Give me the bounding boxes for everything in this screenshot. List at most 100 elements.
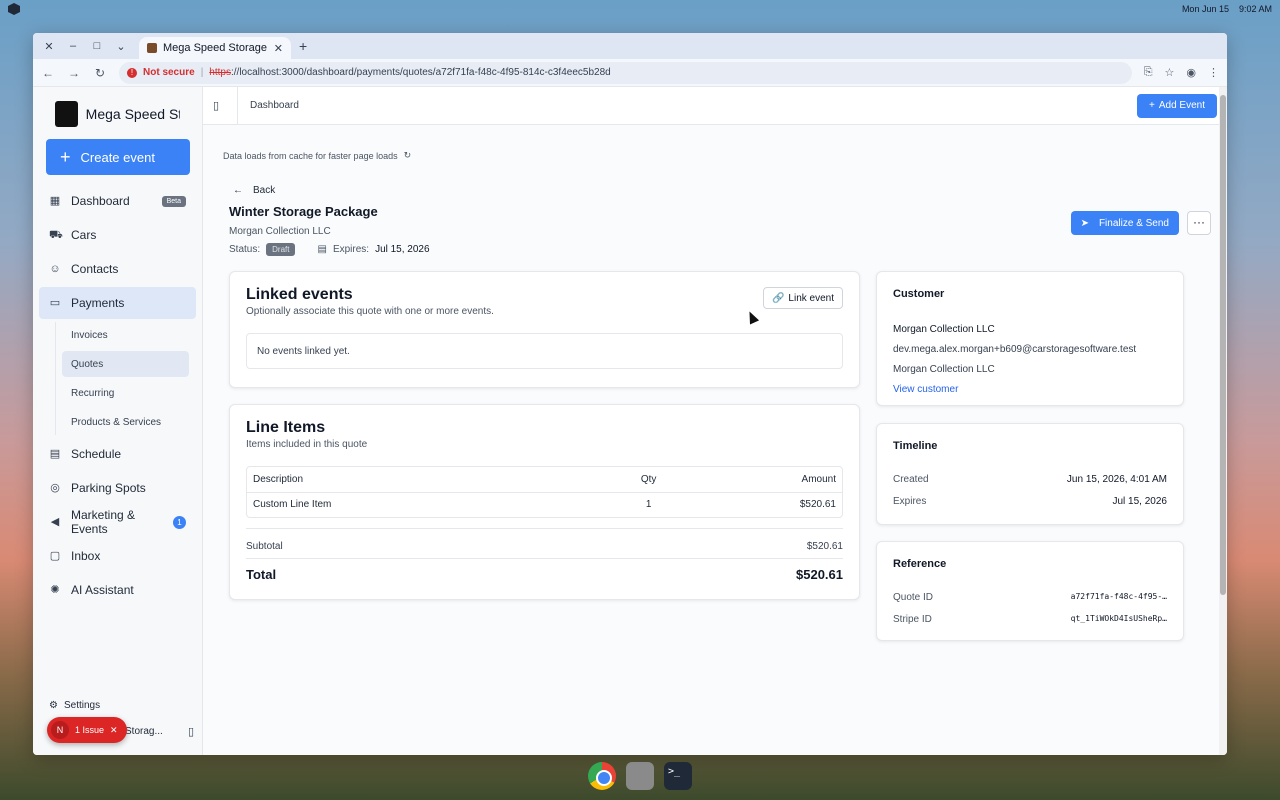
sidebar-item-settings[interactable]: ⚙ Settings [49,700,100,711]
taskbar-dock: >_ [580,756,700,796]
view-customer-link[interactable]: View customer [893,384,1167,395]
bookmark-star-icon[interactable]: ☆ [1165,66,1175,79]
workspace-name[interactable]: Storag... [125,726,163,737]
add-event-button[interactable]: + Add Event [1137,93,1217,118]
issue-label: 1 Issue [75,725,105,735]
os-time[interactable]: 9:02 AM [1239,4,1272,14]
back-arrow-icon[interactable]: ← [41,66,55,80]
sidebar-item-quotes[interactable]: Quotes [62,351,189,377]
breadcrumb[interactable]: Dashboard [250,100,1137,111]
sidebar-item-payments[interactable]: ▭ Payments [39,287,196,319]
sidebar-panel-icon[interactable]: ▯ [188,725,194,738]
calendar-icon: ▤ [49,448,61,460]
terminal-icon[interactable]: >_ [664,762,692,790]
message-icon: ▢ [49,550,61,562]
subtotal-row: Subtotal $520.61 [246,528,843,552]
arrow-left-icon: ← [233,185,243,196]
sidebar-item-invoices[interactable]: Invoices [62,322,196,348]
new-tab-icon[interactable]: + [299,38,307,54]
calendar-icon: ▤ [317,244,327,255]
sidebar-item-ai-assistant[interactable]: ✺ AI Assistant [39,574,196,606]
app-shell: Mega Speed St... + Create event ▦ Dashbo… [33,86,1227,755]
minimize-icon[interactable]: – [63,40,83,53]
refresh-icon[interactable]: ↻ [404,150,412,161]
issue-avatar: N [51,721,69,739]
sidebar-item-parking-spots[interactable]: ◎ Parking Spots [39,472,196,504]
page-scrollbar[interactable] [1219,87,1227,755]
status-badge: Draft [266,243,296,256]
profile-icon[interactable]: ◉ [1186,66,1196,79]
link-event-button[interactable]: 🔗 Link event [762,287,843,309]
browser-window: ✕ – □ ⌄ Mega Speed Storage ✕ + ← → ↻ ! N… [33,33,1227,755]
back-button[interactable]: ← Back [233,185,1213,196]
create-event-label: Create event [80,149,155,165]
link-icon: 🔗 [771,292,785,304]
more-actions-button[interactable]: ··· [1187,211,1211,235]
quote-actions: ➤ Finalize & Send ··· [1070,211,1211,235]
sidebar-item-schedule[interactable]: ▤ Schedule [39,438,196,470]
tab-strip: ✕ – □ ⌄ Mega Speed Storage ✕ + [33,33,1227,59]
car-icon: ⛟ [49,229,63,241]
page-header: ▯ Dashboard + Add Event [203,86,1227,125]
timeline-card: Timeline Created Jun 15, 2026, 4:01 AM E… [876,423,1184,525]
grid-icon: ▦ [49,195,61,207]
reload-icon[interactable]: ↻ [93,66,107,80]
sidebar-item-marketing-events[interactable]: ◀ Marketing & Events 1 [39,506,196,538]
url-input[interactable]: ! Not secure | https://localhost:3000/da… [119,61,1132,84]
customer-card: Customer Morgan Collection LLC dev.mega.… [876,271,1184,406]
quote-id[interactable]: a72f71fa-f48c-4f95-… [1071,592,1167,603]
os-date: Mon Jun 15 [1181,4,1229,14]
line-items-card: Line Items Items included in this quote … [229,404,860,600]
linked-events-title: Linked events [246,286,353,303]
expires-row: Expires Jul 15, 2026 [893,496,1167,507]
stripe-id[interactable]: qt_1TiWOkD4IsUSheRp… [1071,614,1167,625]
browser-tab[interactable]: Mega Speed Storage ✕ [139,37,291,59]
install-icon[interactable]: ⎘ [1144,66,1153,79]
payments-subnav: Invoices Quotes Recurring Products & Ser… [55,322,196,435]
send-icon: ➤ [1080,217,1089,229]
plus-icon: + [1149,100,1155,111]
brand-name: Mega Speed St... [85,106,180,122]
beta-badge: Beta [161,195,186,207]
tab-search-icon[interactable]: ⌄ [111,40,131,53]
sidebar-item-dashboard[interactable]: ▦ Dashboard Beta [39,185,196,217]
files-icon[interactable] [626,762,654,790]
finalize-send-button[interactable]: ➤ Finalize & Send [1070,211,1179,235]
address-bar: ← → ↻ ! Not secure | https://localhost:3… [33,59,1227,87]
close-window-icon[interactable]: ✕ [39,40,59,53]
menu-dots-icon[interactable]: ⋮ [1208,66,1219,79]
sidebar-item-products-services[interactable]: Products & Services [62,409,196,435]
expires-value: Jul 15, 2026 [375,244,430,255]
credit-card-icon: ▭ [49,297,61,309]
sidebar-item-inbox[interactable]: ▢ Inbox [39,540,196,572]
warning-icon: ! [127,67,137,78]
plus-icon: + [60,147,71,167]
brand[interactable]: Mega Speed St... [39,97,196,131]
close-tab-icon[interactable]: ✕ [274,42,283,55]
line-items-table: Description Qty Amount Custom Line Item … [246,466,843,518]
col-qty: Qty [604,467,694,493]
sidebar-item-cars[interactable]: ⛟ Cars [39,219,196,251]
maximize-icon[interactable]: □ [87,40,107,53]
forward-arrow-icon[interactable]: → [67,66,81,80]
issue-indicator[interactable]: N 1 Issue ✕ [47,717,127,743]
url-text: ://localhost:3000/dashboard/payments/quo… [230,67,611,78]
quote-company: Morgan Collection LLC [229,226,331,237]
customer-email: dev.mega.alex.morgan+b609@carstoragesoft… [893,344,1137,355]
os-logo-icon[interactable] [8,3,20,15]
sidebar-toggle-icon[interactable]: ▯ [213,99,233,112]
customer-name: Morgan Collection LLC [893,324,995,335]
col-amount: Amount [693,467,842,493]
close-icon[interactable]: ✕ [110,725,118,736]
sidebar-item-contacts[interactable]: ☺ Contacts [39,253,196,285]
users-icon: ☺ [49,263,61,275]
page-title: Winter Storage Package [229,204,378,219]
sidebar-item-recurring[interactable]: Recurring [62,380,196,406]
create-event-button[interactable]: + Create event [46,139,190,175]
scrollbar-thumb[interactable] [1220,95,1226,595]
tab-title: Mega Speed Storage [163,42,267,54]
notification-count-badge: 1 [173,515,186,529]
chrome-icon[interactable] [588,762,616,790]
not-secure-label[interactable]: Not secure [143,67,195,78]
brand-logo [55,101,78,127]
